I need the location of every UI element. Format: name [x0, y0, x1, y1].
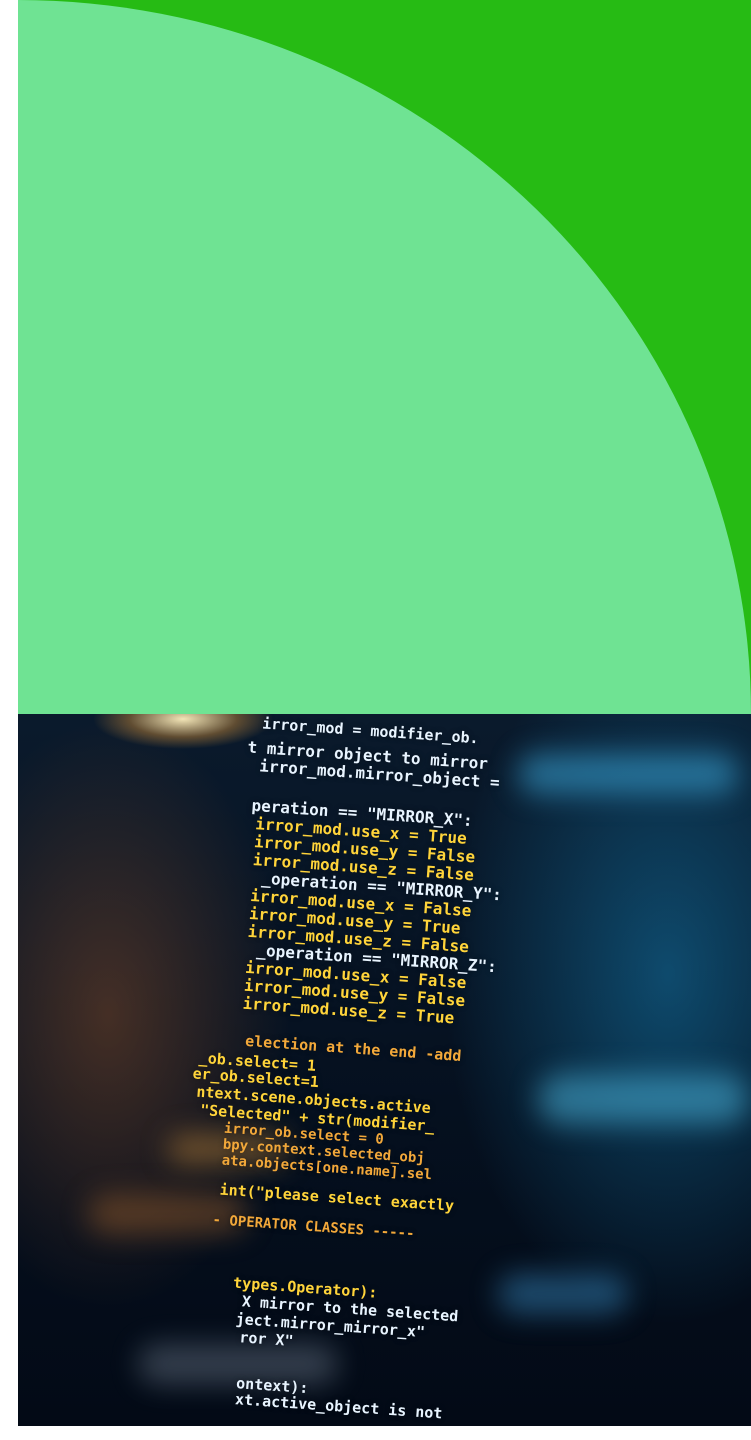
code-text-block: irror_mod = modifier_ob. t mirror object … — [18, 714, 750, 1426]
code-background-photo: irror_mod = modifier_ob. t mirror object … — [18, 714, 751, 1426]
code-line: int("please select exactly — [219, 1180, 455, 1215]
code-line: - OPERATOR CLASSES ----- — [212, 1212, 415, 1243]
light-green-quarter-circle — [18, 0, 751, 714]
code-line: ror X" — [238, 1328, 295, 1350]
quarter-circle-shape — [18, 0, 751, 714]
green-banner-panel — [18, 0, 751, 714]
code-line: xt.active_object is not — [234, 1390, 443, 1423]
